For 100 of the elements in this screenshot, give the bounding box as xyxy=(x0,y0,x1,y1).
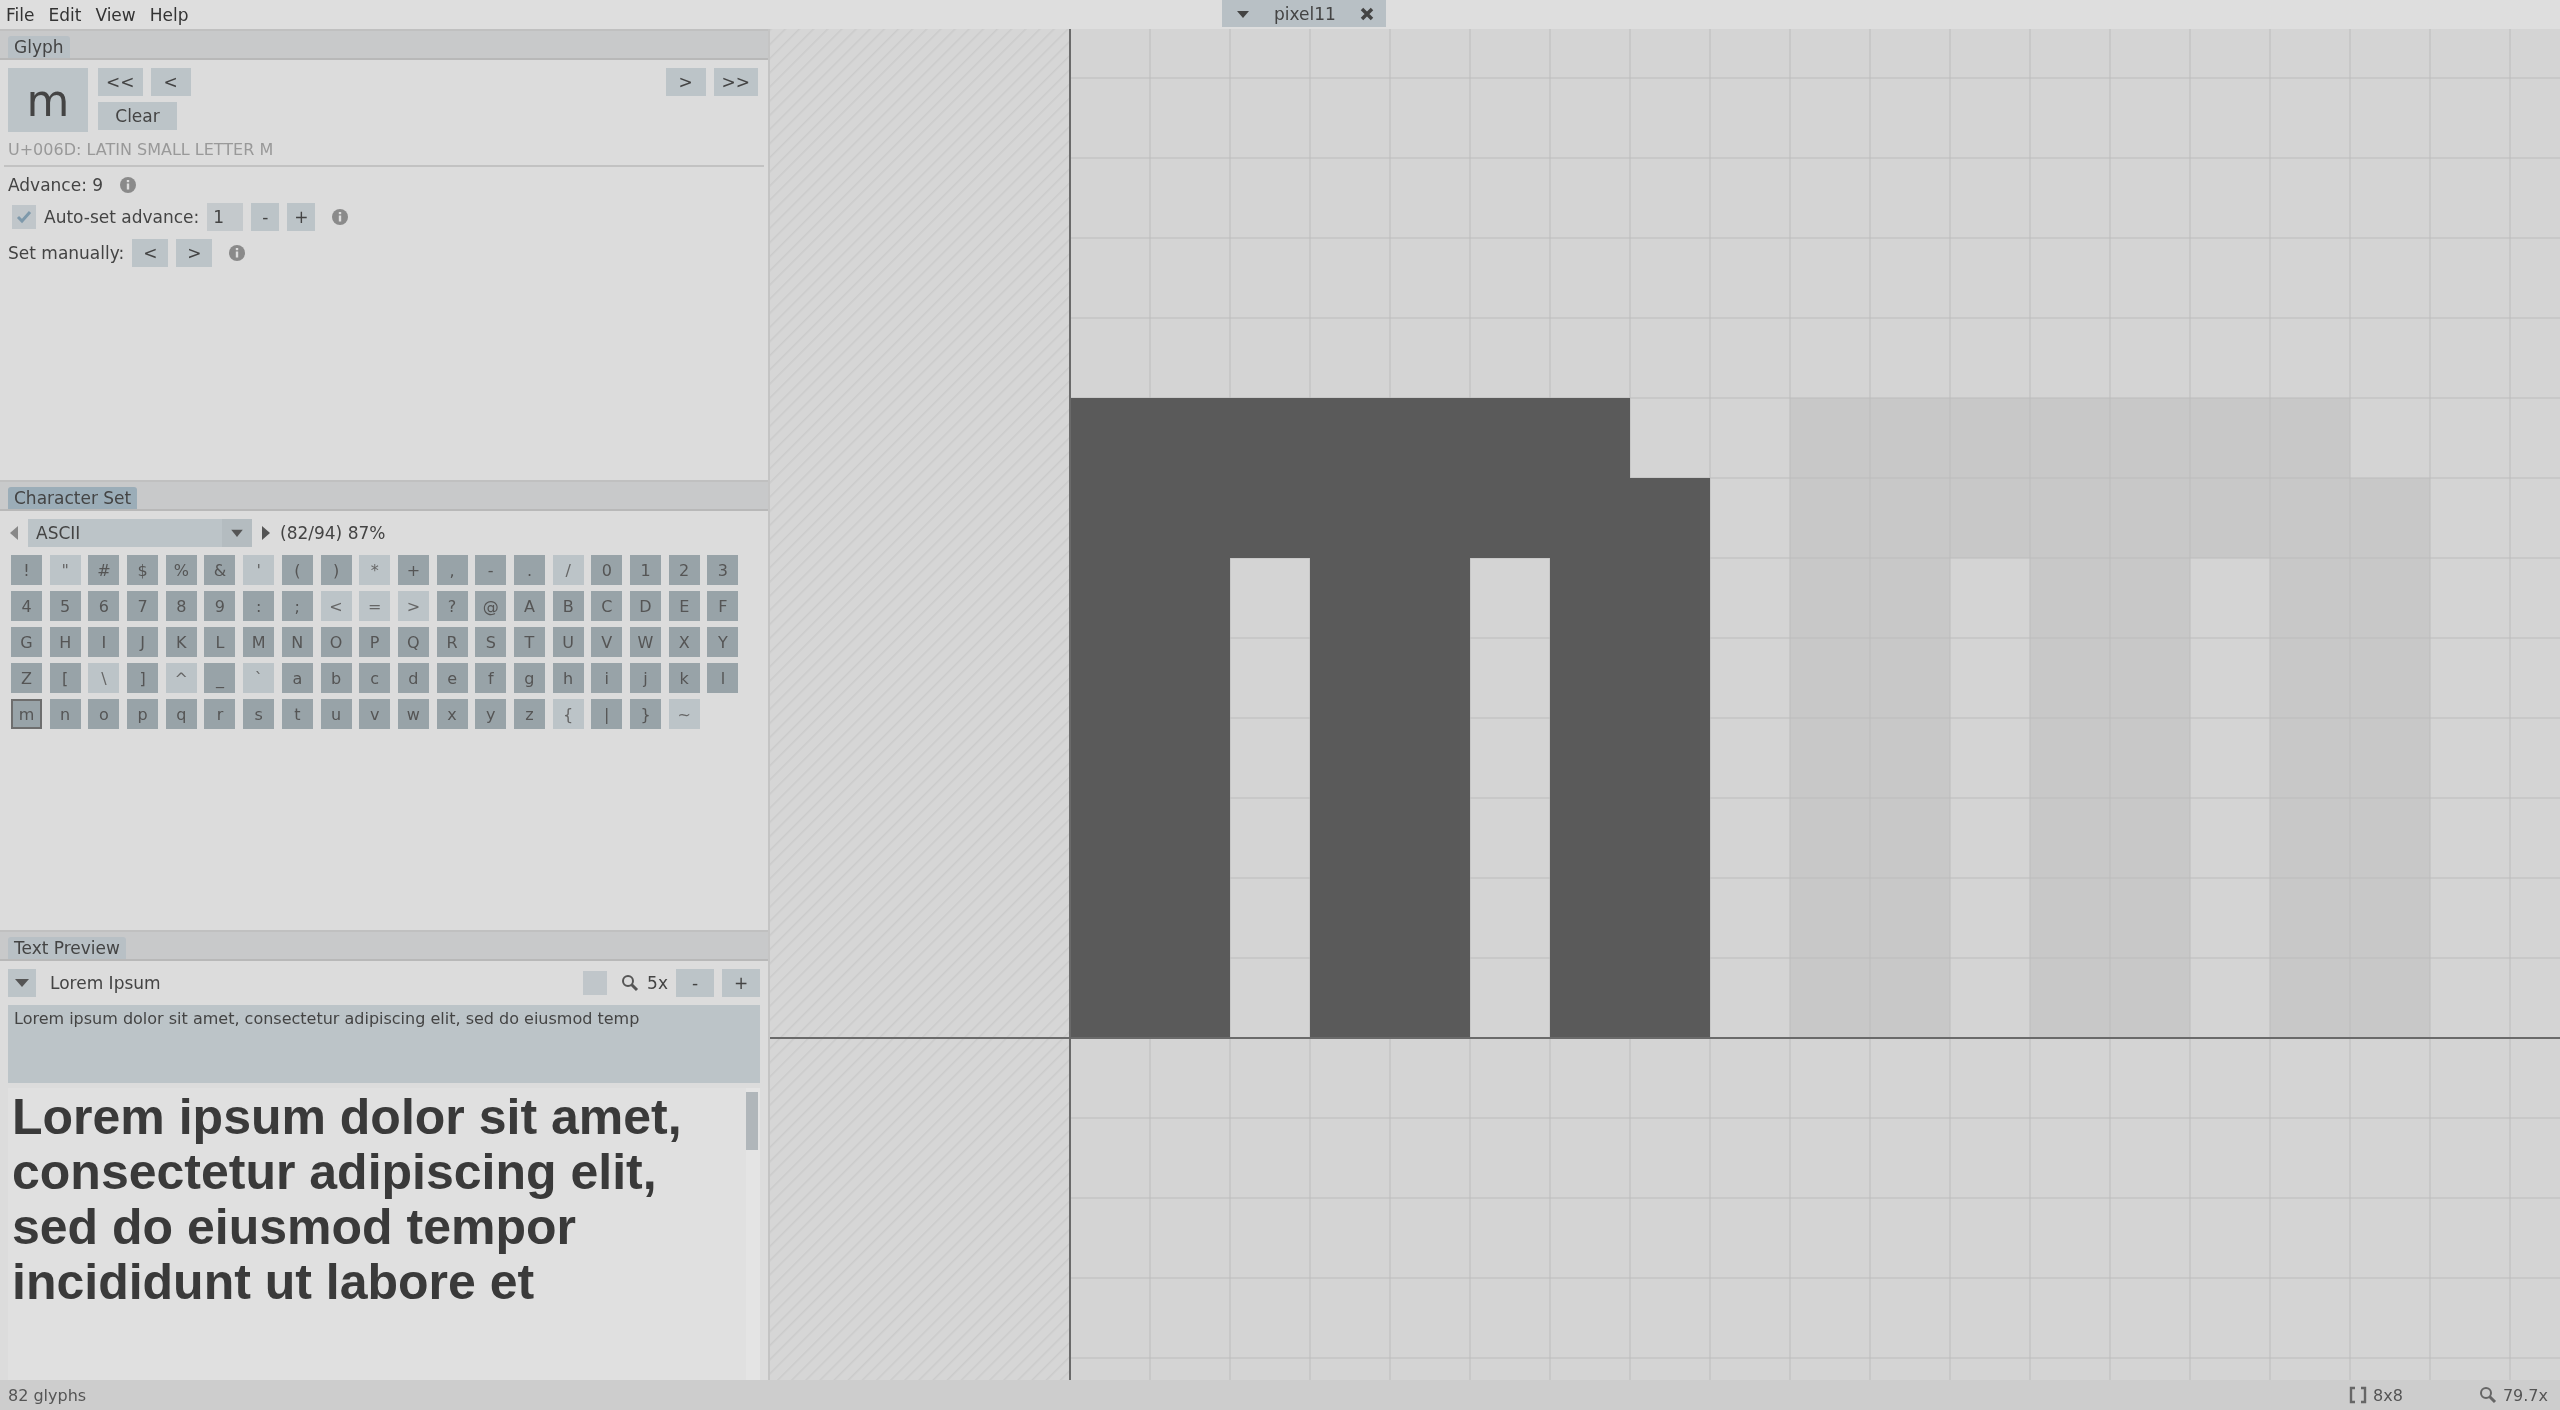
character-tile[interactable]: * xyxy=(359,555,391,585)
clear-button[interactable]: Clear xyxy=(98,102,177,130)
character-tile[interactable]: Z xyxy=(11,663,42,693)
character-tile[interactable]: = xyxy=(359,591,391,621)
character-tile[interactable]: / xyxy=(552,555,584,585)
character-tile[interactable]: < xyxy=(320,591,352,621)
character-tile[interactable]: H xyxy=(49,627,81,657)
character-tile[interactable]: N xyxy=(281,627,313,657)
info-icon[interactable] xyxy=(228,244,247,262)
character-tile[interactable]: T xyxy=(513,627,545,657)
character-tile[interactable]: 7 xyxy=(127,591,159,621)
step-button[interactable]: + xyxy=(287,203,316,231)
panel-tab[interactable]: Character Set xyxy=(8,487,138,509)
zoom-button[interactable]: - xyxy=(676,969,714,997)
character-tile[interactable]: X xyxy=(668,627,700,657)
step-button[interactable]: - xyxy=(251,203,280,231)
close-icon[interactable] xyxy=(1360,6,1374,21)
character-tile[interactable]: b xyxy=(320,663,352,693)
character-tile[interactable]: v xyxy=(359,699,391,729)
character-tile[interactable]: c xyxy=(359,663,391,693)
info-icon[interactable] xyxy=(331,208,350,226)
character-tile[interactable]: C xyxy=(591,591,623,621)
zoom-button[interactable]: + xyxy=(722,969,760,997)
character-tile[interactable]: o xyxy=(88,699,120,729)
caret-icon[interactable] xyxy=(222,519,252,547)
previous-set-icon[interactable] xyxy=(8,524,20,542)
menu-item[interactable]: Edit xyxy=(48,4,82,25)
character-tile[interactable]: ; xyxy=(281,591,313,621)
dropdown-icon[interactable] xyxy=(1236,8,1250,19)
scrollbar-thumb[interactable] xyxy=(746,1092,758,1150)
checkbox[interactable] xyxy=(12,205,36,229)
character-tile[interactable]: # xyxy=(88,555,120,585)
sample-text-field[interactable]: Lorem ipsum dolor sit amet, consectetur adipiscing elit, sed do eiusmod temp xyxy=(8,1005,760,1083)
character-tile[interactable]: } xyxy=(630,699,661,729)
character-tile[interactable]: p xyxy=(127,699,159,729)
character-tile[interactable]: ~ xyxy=(668,699,700,729)
character-tile[interactable]: [ xyxy=(49,663,81,693)
character-tile[interactable]: \ xyxy=(88,663,120,693)
character-tile[interactable]: F xyxy=(707,591,739,621)
character-tile[interactable]: : xyxy=(243,591,275,621)
advance-button[interactable]: < xyxy=(132,239,169,267)
character-tile[interactable]: E xyxy=(668,591,700,621)
panel-tab[interactable]: Text Preview xyxy=(8,937,126,959)
glyph-editor-canvas[interactable] xyxy=(770,29,2560,1380)
advance-step-field[interactable]: 1 xyxy=(207,203,244,231)
character-tile[interactable]: " xyxy=(49,555,81,585)
character-tile[interactable]: e xyxy=(436,663,468,693)
character-tile[interactable]: $ xyxy=(127,555,159,585)
character-tile[interactable]: + xyxy=(397,555,429,585)
character-tile[interactable]: ` xyxy=(243,663,275,693)
character-tile[interactable]: G xyxy=(11,627,42,657)
character-tile[interactable]: L xyxy=(204,627,236,657)
character-tile[interactable]: ! xyxy=(11,555,42,585)
character-tile[interactable]: 4 xyxy=(11,591,42,621)
character-tile[interactable]: w xyxy=(397,699,429,729)
next-set-icon[interactable] xyxy=(260,524,272,542)
character-tile[interactable]: I xyxy=(88,627,120,657)
character-tile[interactable]: ? xyxy=(436,591,468,621)
character-tile[interactable]: 0 xyxy=(591,555,623,585)
character-tile[interactable]: _ xyxy=(204,663,236,693)
character-tile[interactable]: - xyxy=(475,555,507,585)
character-tile[interactable]: 3 xyxy=(707,555,739,585)
character-tile[interactable]: a xyxy=(281,663,313,693)
character-tile[interactable]: i xyxy=(591,663,623,693)
menu-item[interactable]: Help xyxy=(149,4,189,25)
character-tile[interactable]: g xyxy=(513,663,545,693)
character-tile[interactable]: Y xyxy=(707,627,739,657)
character-tile[interactable]: 9 xyxy=(204,591,236,621)
nav-button[interactable]: < xyxy=(150,68,191,96)
character-tile[interactable]: P xyxy=(359,627,391,657)
nav-button[interactable]: > xyxy=(665,68,706,96)
character-tile[interactable]: m xyxy=(11,699,42,729)
character-tile[interactable]: ^ xyxy=(165,663,197,693)
document-tab[interactable]: pixel11 xyxy=(1222,0,1386,27)
nav-button[interactable]: << xyxy=(98,68,143,96)
character-tile[interactable]: ' xyxy=(243,555,275,585)
color-swatch[interactable] xyxy=(583,971,608,995)
character-tile[interactable]: ( xyxy=(281,555,313,585)
character-tile[interactable]: 2 xyxy=(668,555,700,585)
character-tile[interactable]: K xyxy=(165,627,197,657)
character-tile[interactable]: W xyxy=(630,627,661,657)
character-tile[interactable]: 5 xyxy=(49,591,81,621)
character-tile[interactable]: u xyxy=(320,699,352,729)
character-tile[interactable]: R xyxy=(436,627,468,657)
character-tile[interactable]: U xyxy=(552,627,584,657)
advance-button[interactable]: > xyxy=(176,239,213,267)
character-tile[interactable]: r xyxy=(204,699,236,729)
character-tile[interactable]: s xyxy=(243,699,275,729)
character-tile[interactable]: > xyxy=(397,591,429,621)
panel-tab[interactable]: Glyph xyxy=(8,36,70,58)
character-tile[interactable]: 8 xyxy=(165,591,197,621)
character-tile[interactable]: z xyxy=(513,699,545,729)
character-tile[interactable]: % xyxy=(165,555,197,585)
character-tile[interactable]: M xyxy=(243,627,275,657)
character-tile[interactable]: y xyxy=(475,699,507,729)
character-set-dropdown[interactable]: ASCII xyxy=(28,519,252,547)
character-tile[interactable]: l xyxy=(707,663,739,693)
character-tile[interactable]: h xyxy=(552,663,584,693)
character-tile[interactable]: & xyxy=(204,555,236,585)
nav-button[interactable]: >> xyxy=(713,68,758,96)
